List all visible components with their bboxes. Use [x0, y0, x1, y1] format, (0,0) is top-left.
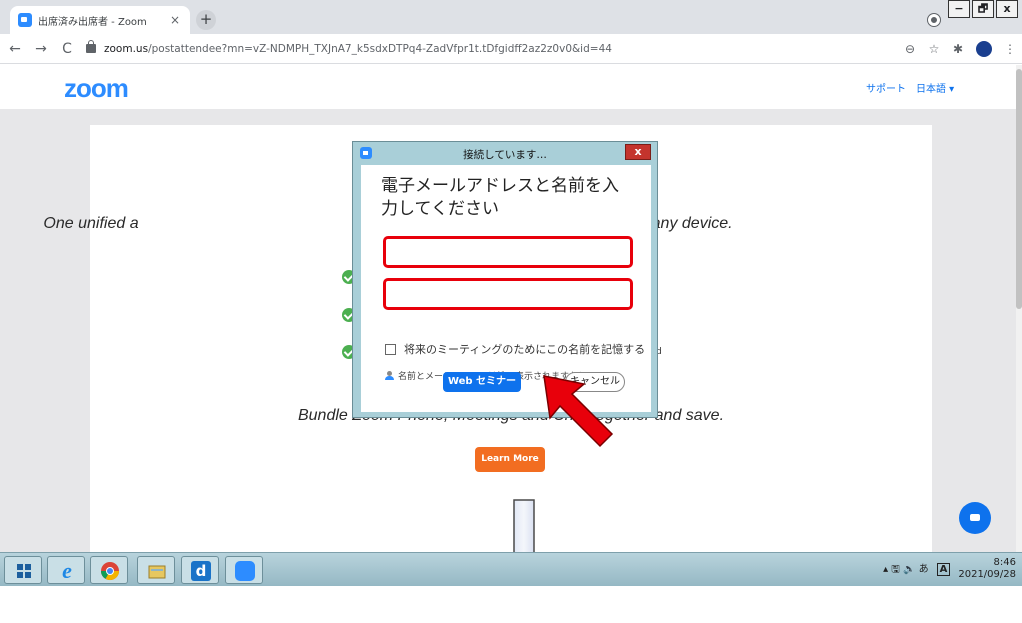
zoom-page-icon[interactable]: ⊖	[898, 42, 922, 56]
dialog-heading: 電子メールアドレスと名前を入力してください	[381, 176, 619, 219]
lock-icon	[86, 40, 96, 53]
dialog-close-button[interactable]: x	[625, 144, 651, 160]
name-field-highlight	[383, 278, 633, 310]
system-tray: ▴ 🖫 🔈 あ A 8:46 2021/09/28	[883, 557, 1016, 581]
support-link[interactable]: サポート	[866, 80, 906, 95]
dialog-title: 接続しています…	[463, 149, 547, 161]
zoom-camera-icon	[235, 561, 255, 581]
join-webinar-button[interactable]: Web セミナーに参加	[443, 372, 521, 407]
bookmark-star-icon[interactable]: ☆	[922, 42, 946, 56]
url-text: zoom.us/postattendee?mn=vZ-NDMPH_TXJnA7_…	[104, 43, 612, 55]
minimize-button[interactable]: −	[948, 0, 970, 18]
remember-name-checkbox[interactable]	[385, 343, 396, 355]
zoom-favicon-icon	[18, 13, 32, 27]
blank-area	[0, 586, 1022, 623]
scroll-thumb[interactable]	[1016, 69, 1022, 309]
d-app-icon: d	[191, 561, 211, 581]
address-bar[interactable]: zoom.us/postattendee?mn=vZ-NDMPH_TXJnA7_…	[86, 36, 890, 62]
remember-name-row: 将来のミーティングのためにこの名前を記憶する	[385, 341, 645, 357]
windows-taskbar: e d ▴ 🖫 🔈 あ A 8:46 2021/09/28	[0, 552, 1022, 586]
email-field[interactable]	[386, 239, 630, 265]
name-field[interactable]	[386, 281, 630, 307]
tray-icons[interactable]: ▴ 🖫 🔈 あ	[883, 560, 929, 579]
file-explorer-button[interactable]	[137, 556, 175, 584]
dialog-titlebar[interactable]: 接続しています… x	[353, 142, 657, 164]
account-avatar[interactable]	[976, 40, 992, 57]
internet-explorer-icon: e	[62, 558, 72, 583]
d-app-button[interactable]: d	[181, 556, 219, 584]
ime-indicator[interactable]: A	[936, 562, 951, 576]
learn-more-button[interactable]: Learn More	[475, 447, 545, 472]
language-menu[interactable]: 日本語 ▾	[916, 80, 954, 95]
new-tab-button[interactable]: +	[196, 10, 216, 30]
browser-tab[interactable]: 出席済み出席者 - Zoom ×	[10, 6, 190, 34]
folder-icon	[148, 565, 166, 579]
start-button[interactable]	[4, 556, 42, 584]
tab-strip: 出席済み出席者 - Zoom × + − 🗗 x	[0, 0, 1022, 34]
reload-button[interactable]: C	[56, 41, 78, 57]
zoom-logo[interactable]: zoom	[64, 73, 129, 104]
close-window-button[interactable]: x	[996, 0, 1018, 18]
browser-toolbar: ← → C zoom.us/postattendee?mn=vZ-NDMPH_T…	[0, 34, 1022, 64]
zoom-taskbar-button[interactable]	[225, 556, 263, 584]
tab-close-icon[interactable]: ×	[168, 13, 182, 27]
clock-date: 2021/09/28	[958, 569, 1016, 580]
back-button[interactable]: ←	[4, 41, 26, 57]
url-host: zoom.us	[104, 42, 149, 55]
email-field-highlight	[383, 236, 633, 268]
site-header: zoom サポート 日本語 ▾	[0, 65, 1016, 109]
clock[interactable]: 8:46 2021/09/28	[958, 557, 1016, 581]
window-controls: − 🗗 x	[948, 0, 1018, 18]
chat-bubble-button[interactable]	[959, 502, 991, 534]
red-pointer-arrow-icon	[543, 375, 614, 448]
forward-button[interactable]: →	[30, 41, 52, 57]
clock-time: 8:46	[993, 557, 1016, 568]
chrome-icon	[101, 562, 119, 581]
extensions-icon[interactable]: ✱	[946, 42, 970, 56]
browser-menu-icon[interactable]: ⋮	[998, 42, 1022, 56]
restore-button[interactable]: 🗗	[972, 0, 994, 18]
page-scrollbar[interactable]	[1016, 65, 1022, 552]
person-icon	[385, 370, 394, 381]
internet-explorer-button[interactable]: e	[47, 556, 85, 584]
profile-icon[interactable]	[928, 14, 940, 26]
url-path: /postattendee?mn=vZ-NDMPH_TXJnA7_k5sdxDT…	[148, 42, 612, 55]
remember-name-label[interactable]: 将来のミーティングのためにこの名前を記憶する	[404, 341, 645, 357]
tab-title: 出席済み出席者 - Zoom	[38, 16, 147, 28]
windows-logo-icon	[17, 564, 31, 578]
chrome-button[interactable]	[90, 556, 128, 584]
